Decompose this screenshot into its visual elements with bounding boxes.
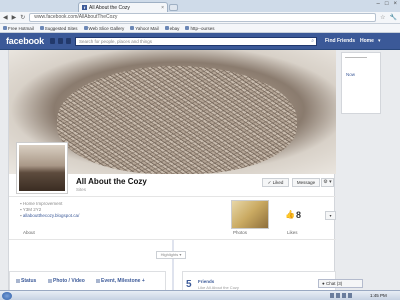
scrubber-line	[345, 57, 367, 58]
close-window-button[interactable]: ×	[393, 1, 397, 7]
facebook-favicon-icon: f	[82, 5, 87, 10]
bookmark-web-slice-gallery[interactable]: Web Slice Gallery	[83, 26, 124, 31]
right-sidebar: Now	[338, 50, 400, 300]
bookmark-suggested-sites[interactable]: Suggested Sites	[39, 26, 78, 31]
yarn-texture	[57, 66, 297, 174]
status-tab[interactable]: Status	[16, 278, 36, 284]
info-website[interactable]: ▪ allaboutthecozy.blogspot.ca/	[20, 213, 79, 219]
photos-link[interactable]: Photos	[233, 230, 247, 235]
divider	[9, 196, 336, 197]
bookmark-icon	[185, 26, 190, 30]
new-tab-button[interactable]	[169, 4, 178, 11]
highlights-dropdown[interactable]: Highlights ▾	[156, 251, 186, 259]
wrench-menu-icon[interactable]: 🔧	[390, 14, 397, 21]
start-button[interactable]	[2, 292, 12, 300]
forward-arrow-icon[interactable]: ▶	[12, 14, 17, 21]
search-icon[interactable]: ⌕	[311, 38, 314, 45]
liked-button[interactable]: ✓ Liked	[262, 178, 289, 187]
bookmark-ebay[interactable]: ebay	[164, 26, 179, 31]
event-icon	[96, 279, 100, 283]
more-apps-button[interactable]: ▾	[325, 211, 336, 220]
bookmark-icon	[164, 26, 169, 30]
scrubber-now[interactable]: Now	[346, 72, 355, 77]
maximize-button[interactable]: □	[385, 1, 389, 7]
os-taskbar: 1:45 PM	[0, 290, 400, 300]
facebook-logo[interactable]: facebook	[6, 36, 44, 46]
photo-icon	[48, 279, 52, 283]
likes-box[interactable]: 👍 8	[285, 201, 309, 228]
taskbar-clock[interactable]: 1:45 PM	[370, 293, 387, 298]
photo-video-tab[interactable]: Photo / Video	[48, 278, 85, 284]
bookmark-courses[interactable]: http--ourses	[185, 26, 214, 31]
message-button[interactable]: Message	[292, 178, 320, 187]
status-icon	[16, 279, 20, 283]
thumbs-up-icon: 👍	[285, 210, 295, 219]
profile-picture-image	[19, 145, 65, 191]
notification-icons	[50, 38, 71, 44]
system-tray	[330, 293, 352, 298]
browser-tab[interactable]: f All About the Cozy ×	[78, 2, 168, 12]
search-input[interactable]: Search for people, places and things ⌕	[75, 37, 317, 46]
page-info: ▪ Home Improvement ▪ Y3M 2Y2 ▪ allaboutt…	[20, 201, 79, 219]
back-arrow-icon[interactable]: ◀	[3, 14, 8, 21]
photos-thumbnail[interactable]	[231, 200, 269, 229]
tray-icon[interactable]	[330, 293, 334, 298]
tray-icon[interactable]	[348, 293, 352, 298]
likes-count: 8	[295, 209, 301, 220]
home-link[interactable]: Home	[360, 38, 374, 44]
timeline-scrubber: Now	[341, 52, 381, 114]
page-category[interactable]: Sites	[76, 187, 86, 192]
tab-title: All About the Cozy	[89, 4, 130, 11]
tab-close-icon[interactable]: ×	[161, 5, 164, 11]
bookmark-icon	[39, 26, 44, 30]
tray-icon[interactable]	[342, 293, 346, 298]
tray-icon[interactable]	[336, 293, 340, 298]
friends-count: 5	[186, 279, 192, 290]
page-title: All About the Cozy	[76, 177, 147, 186]
bookmarks-bar: Free Hotmail Suggested Sites Web Slice G…	[0, 24, 400, 33]
gear-menu-button[interactable]: ⚙ ▾	[321, 178, 334, 187]
about-link[interactable]: About	[23, 230, 35, 235]
facebook-header: facebook Search for people, places and t…	[0, 33, 400, 50]
account-menu-arrow-icon[interactable]: ▾	[378, 38, 381, 44]
friend-requests-icon[interactable]	[50, 38, 55, 44]
page-timeline: All About the Cozy Sites ✓ Liked Message…	[8, 50, 336, 300]
profile-picture[interactable]	[16, 142, 68, 194]
bookmark-icon	[3, 26, 7, 30]
url-input[interactable]: www.facebook.com/AllAboutTheCozy	[29, 13, 377, 22]
bookmark-star-icon[interactable]: ☆	[380, 14, 385, 21]
minimize-button[interactable]: –	[377, 1, 380, 7]
bookmark-icon	[83, 26, 88, 30]
find-friends-link[interactable]: Find Friends	[325, 38, 355, 44]
bookmark-icon	[130, 26, 135, 30]
chat-button[interactable]: ● Chat (3)	[318, 279, 363, 288]
address-bar: ◀ ▶ ↻ www.facebook.com/AllAboutTheCozy ☆…	[0, 12, 400, 24]
bookmark-yahoo-mail[interactable]: Yahoo! Mail	[130, 26, 159, 31]
likes-link[interactable]: Likes	[287, 230, 298, 235]
browser-tabstrip: f All About the Cozy × – □ ×	[0, 0, 400, 12]
reload-icon[interactable]: ↻	[20, 14, 25, 21]
search-placeholder: Search for people, places and things	[79, 39, 153, 44]
friends-label[interactable]: Friends	[198, 279, 214, 284]
notifications-icon[interactable]	[66, 38, 71, 44]
messages-icon[interactable]	[58, 38, 63, 44]
bookmark-free-hotmail[interactable]: Free Hotmail	[3, 26, 34, 31]
event-milestone-tab[interactable]: Event, Milestone +	[96, 278, 145, 284]
window-controls: – □ ×	[377, 1, 397, 7]
